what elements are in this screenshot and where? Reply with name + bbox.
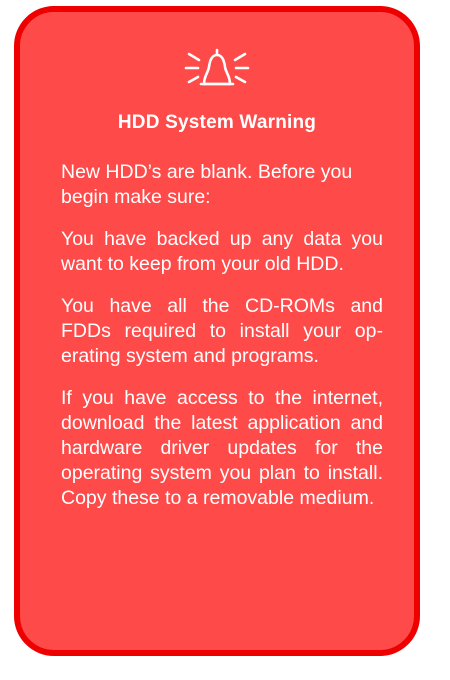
warning-body: New HDD’s are blank. Before you begin ma… [61,160,383,528]
warning-title: HDD System Warning [117,112,317,133]
warning-paragraph: You have backed up any data you want to … [61,228,383,275]
warning-paragraph: You have all the CD-ROMs and FDDs requir… [61,295,383,367]
alarm-bell-icon [184,48,250,86]
warning-paragraph: New HDD’s are blank. Before you begin ma… [61,161,353,208]
warning-paragraph: If you have access to the internet, down… [61,387,383,509]
warning-card: HDD System Warning New HDD’s are blank. … [14,6,420,656]
